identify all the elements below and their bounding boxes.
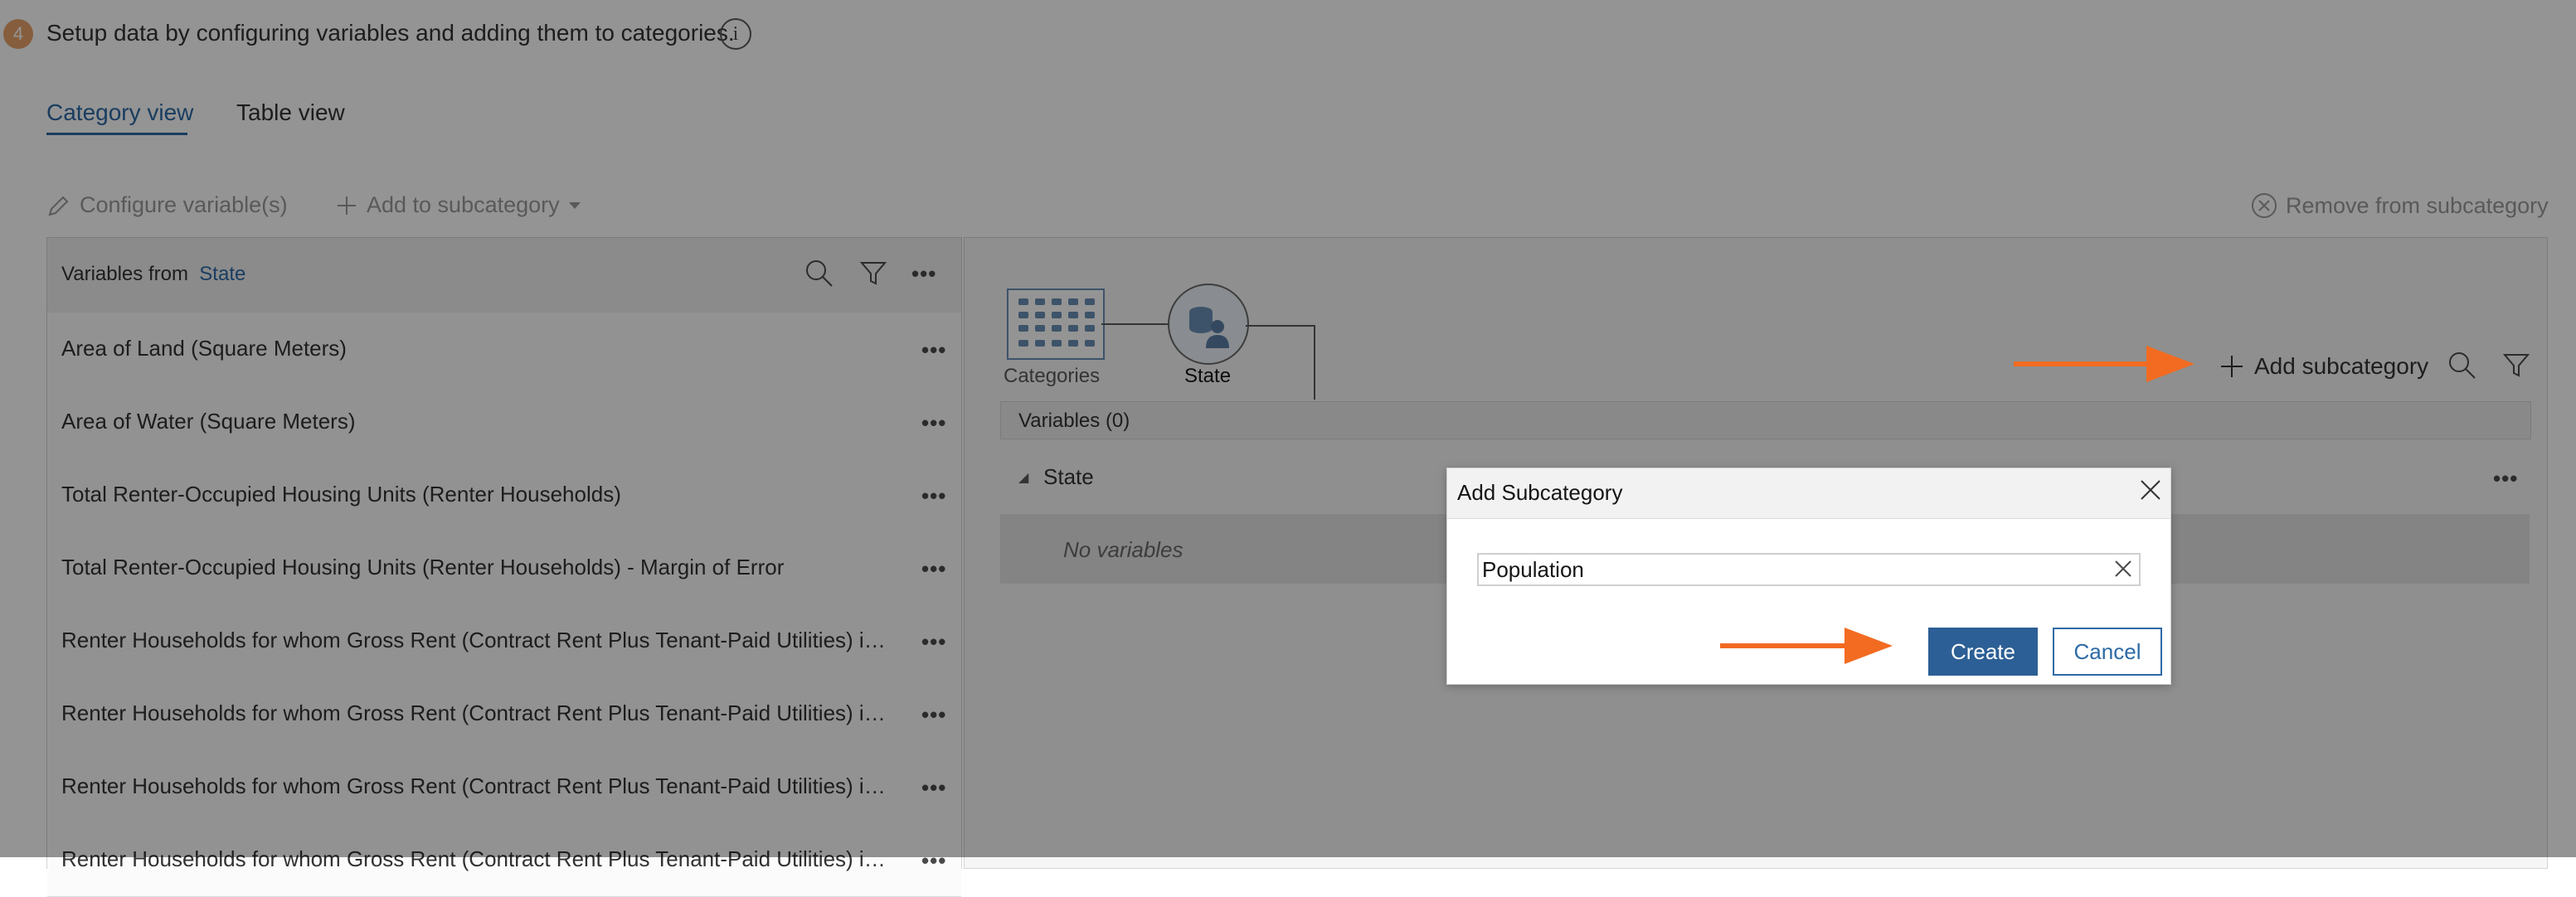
modal-overlay (0, 0, 2576, 857)
cancel-button[interactable]: Cancel (2053, 628, 2162, 676)
close-icon[interactable] (2137, 477, 2164, 503)
clear-input-icon[interactable] (2112, 558, 2134, 579)
dialog-header: Add Subcategory (1447, 468, 2170, 519)
subcategory-name-input[interactable] (1477, 553, 2141, 586)
create-button[interactable]: Create (1928, 628, 2038, 676)
annotation-arrow-icon (1720, 628, 1893, 664)
annotation-arrow-icon (2014, 346, 2194, 382)
dialog-title: Add Subcategory (1457, 480, 1623, 505)
